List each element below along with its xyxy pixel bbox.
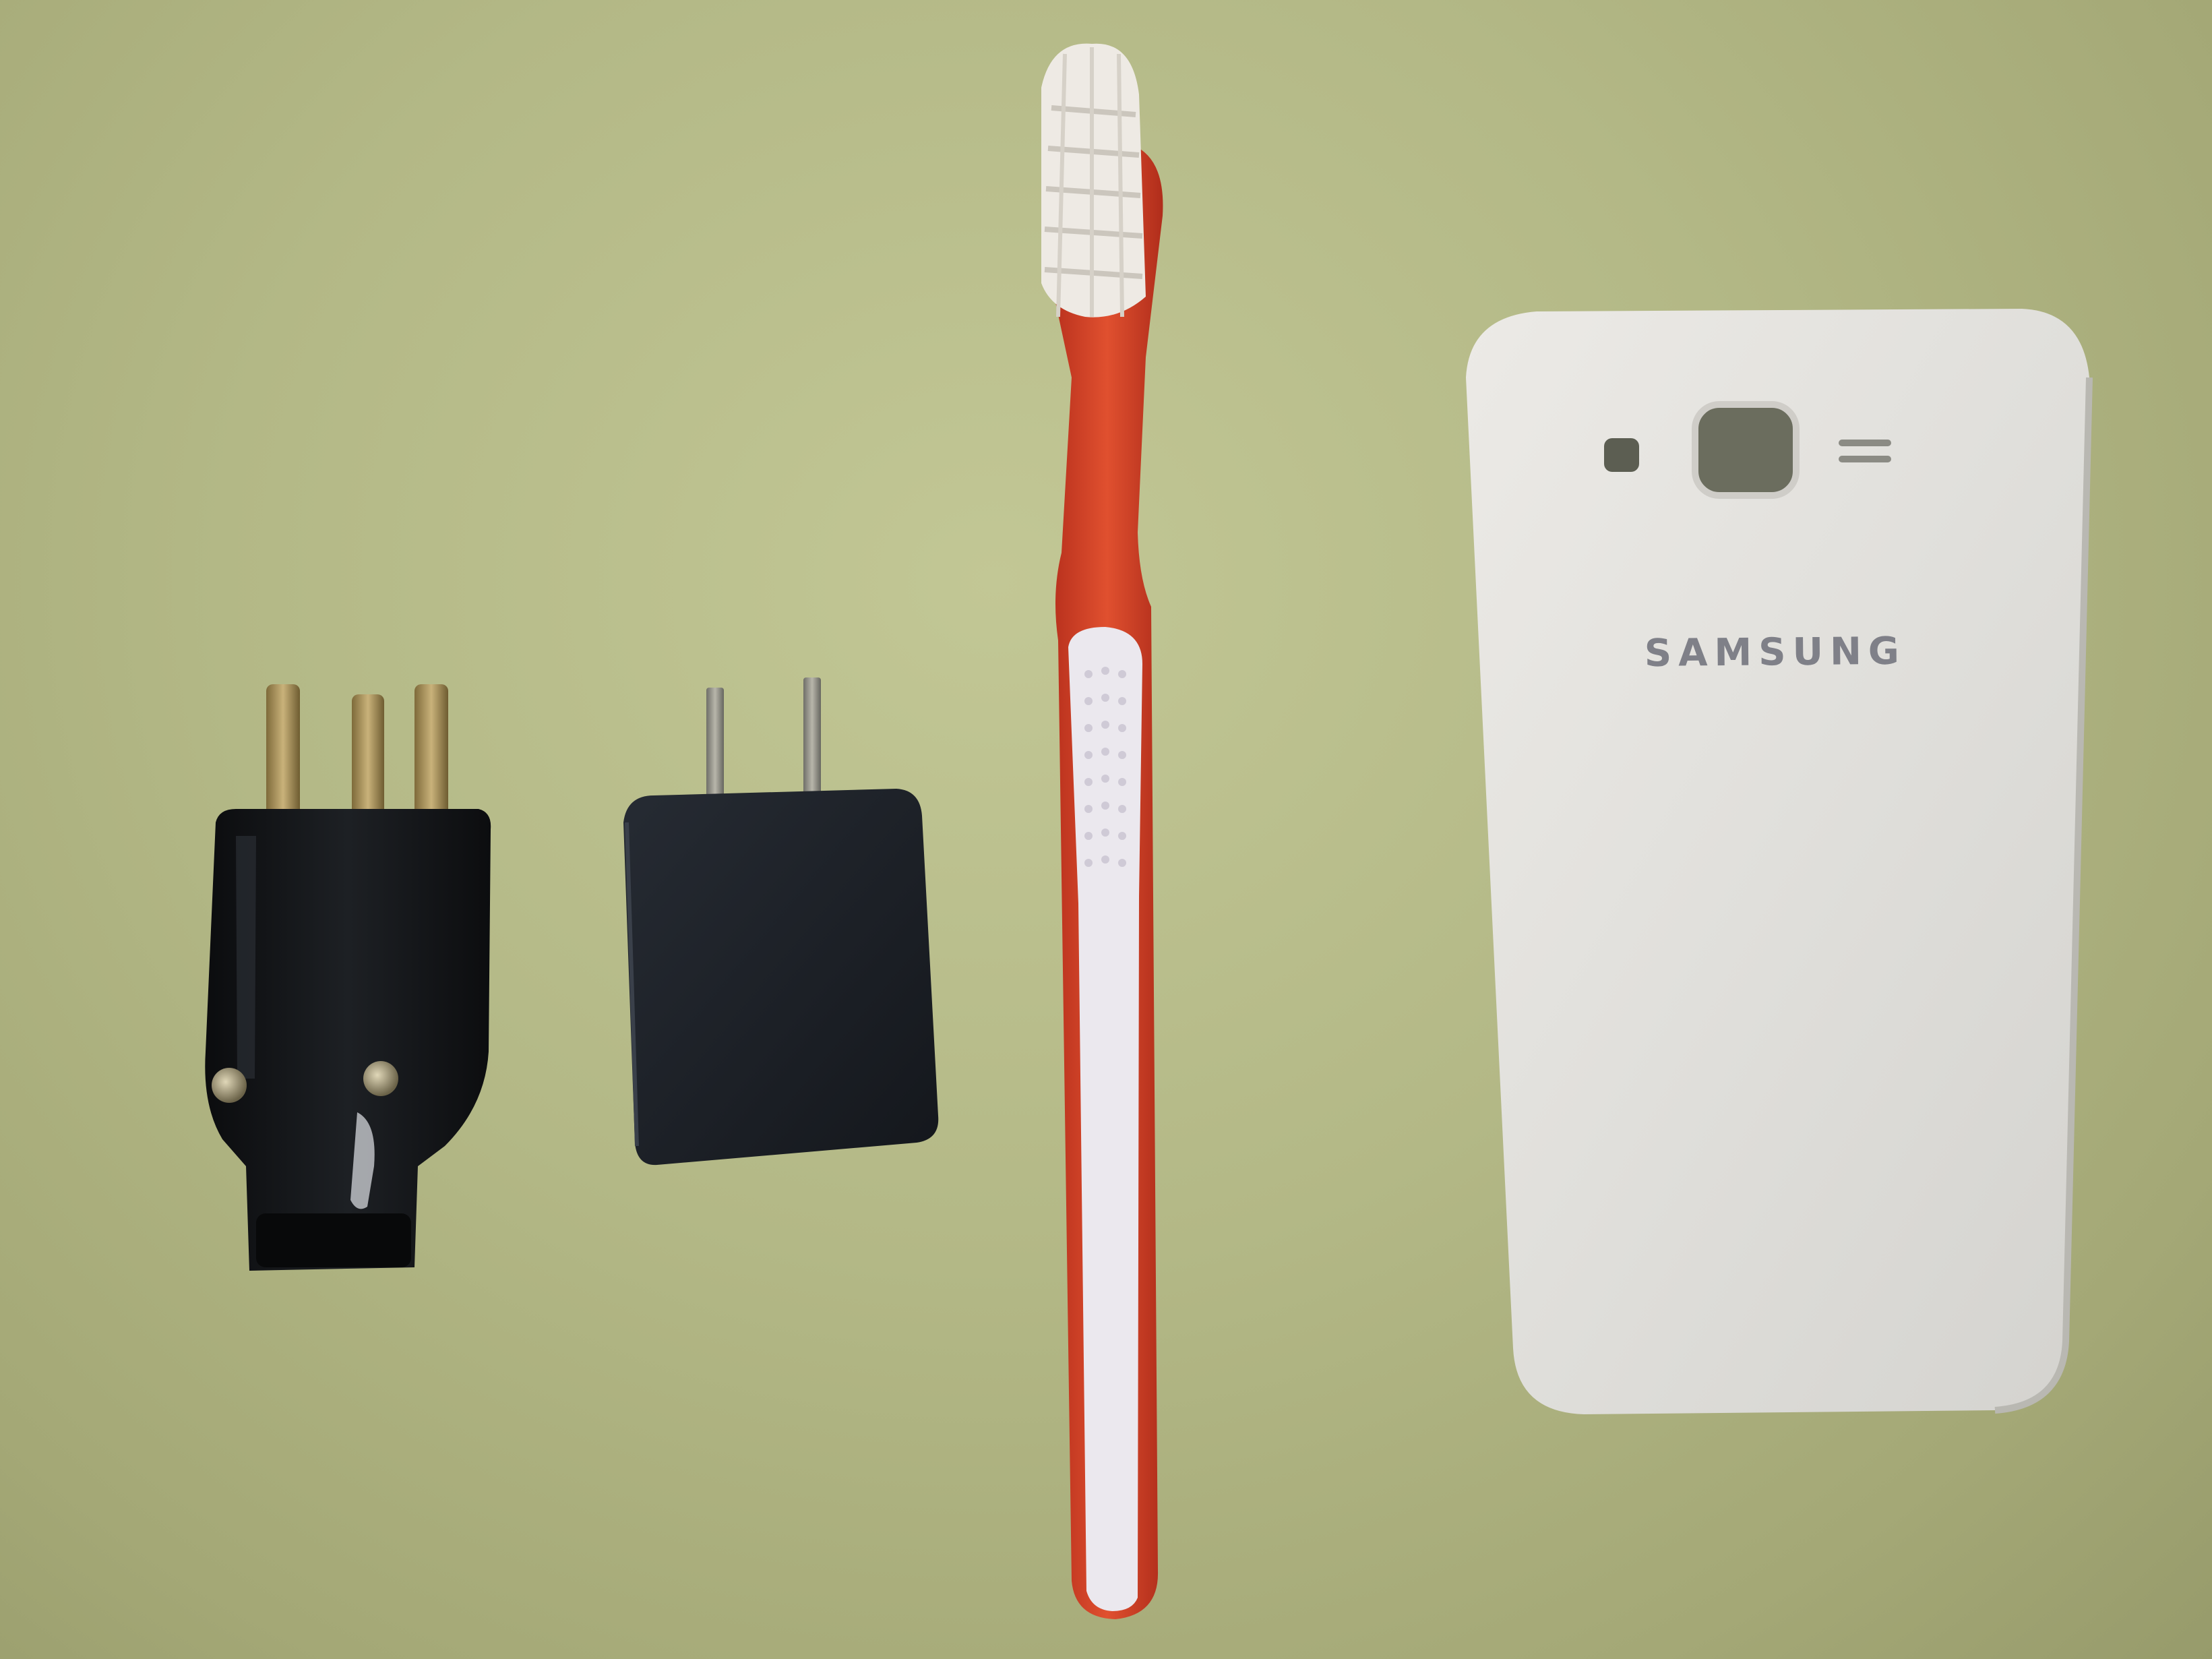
phone-cover-speaker-slot-top <box>1839 440 1891 446</box>
plug-body-highlight <box>236 836 256 1079</box>
plug-pin-right <box>414 684 448 829</box>
photo-scene: SAMSUNG <box>0 0 2212 1659</box>
charger-prong-right <box>803 677 821 802</box>
plug-cable-end <box>256 1213 411 1267</box>
charger-body <box>623 789 939 1166</box>
phone-cover-flash-hole <box>1604 438 1639 472</box>
phone-cover-speaker-slot-bottom <box>1839 456 1891 462</box>
toothbrush-bristles <box>1041 43 1146 318</box>
three-pin-plug <box>205 684 491 1271</box>
phone-cover-camera-hole <box>1692 401 1800 499</box>
charger-prong-left <box>706 688 724 806</box>
plug-pin-left <box>266 684 300 829</box>
phone-cover-brand-text: SAMSUNG <box>1645 630 1907 675</box>
photo-canvas: SAMSUNG <box>205 43 2093 1620</box>
plug-screw-right <box>363 1061 398 1096</box>
plug-screw-left <box>212 1068 247 1103</box>
usb-charger <box>623 677 939 1166</box>
toothbrush <box>1041 43 1163 1620</box>
phone-back-cover: SAMSUNG <box>1466 309 2093 1414</box>
